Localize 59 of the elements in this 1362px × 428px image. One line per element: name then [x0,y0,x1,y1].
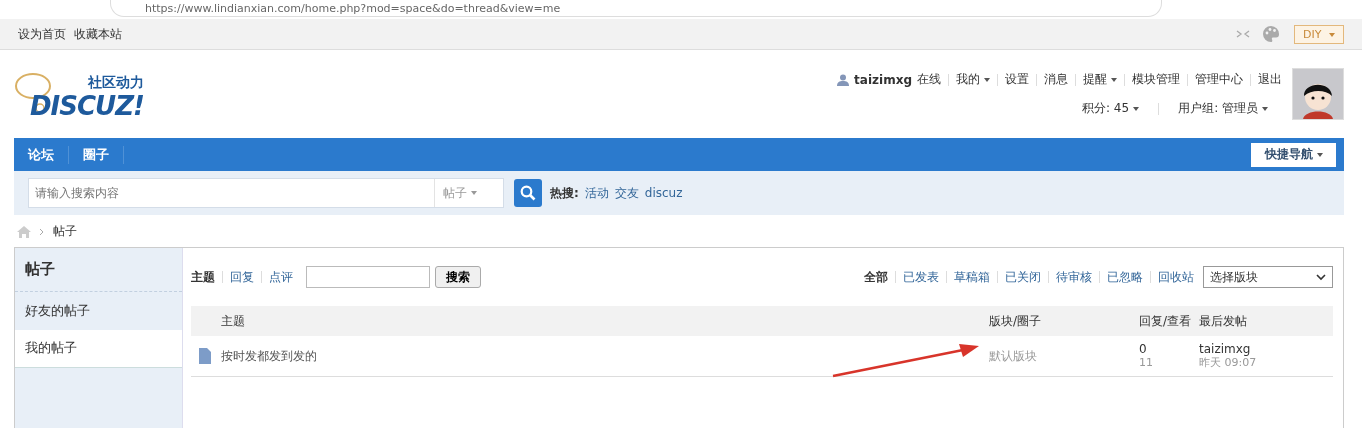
filter-tab[interactable]: 主题 [191,268,215,286]
view-count: 11 [1139,356,1154,369]
home-icon[interactable] [17,225,31,238]
search-submit-button[interactable]: 搜索 [435,266,481,288]
sidebar-item[interactable]: 好友的帖子 [15,292,182,330]
sidebar-item[interactable]: 我的帖子 [15,330,182,368]
top-link[interactable]: 设为首页 [18,25,66,43]
online-status: 在线 [917,71,941,88]
breadcrumb-item: 帖子 [53,223,77,240]
user-menu-link[interactable]: 设置 [1005,71,1029,88]
status-tab[interactable]: 待审核 [1056,268,1092,286]
user-menu-link[interactable]: 退出 [1258,71,1282,88]
user-menu-link[interactable]: 模块管理 [1132,71,1180,88]
hot-search-link[interactable]: 交友 [614,184,639,202]
nav-item[interactable]: 论坛 [14,145,69,164]
chevron-down-icon [1316,273,1326,281]
search-icon [520,185,536,201]
status-tab[interactable]: 回收站 [1158,268,1194,286]
filter-tab[interactable]: 回复 [230,268,254,286]
thread-title-link[interactable]: 按时发都发到发的 [191,347,989,365]
column-header: 回复/查看 [1139,312,1193,330]
status-tab[interactable]: 已忽略 [1107,268,1143,286]
filter-tab[interactable]: 点评 [269,268,293,286]
status-tab[interactable]: 草稿箱 [954,268,990,286]
user-menu-link[interactable]: 管理中心 [1195,71,1243,88]
last-poster-link[interactable]: taizimxg [1199,343,1333,356]
top-link[interactable]: 收藏本站 [74,25,122,43]
user-menu-link[interactable]: 提醒 [1083,71,1117,88]
logo-wordmark: DISCUZ! [30,92,144,120]
forum-select[interactable]: 选择版块 [1203,266,1333,288]
user-group-link[interactable]: 用户组: 管理员 [1178,100,1268,117]
address-bar[interactable]: https://www.lindianxian.com/home.php?mod=space&do=thread&view=me [110,0,1162,17]
document-icon [199,348,211,364]
quick-nav-button[interactable]: 快捷导航 [1251,142,1336,167]
keyword-field[interactable] [306,266,430,288]
user-icon [837,73,850,86]
reply-count: 0 [1139,343,1148,356]
chevron-icon [39,227,45,236]
points-link[interactable]: 积分: 45 [1082,100,1140,117]
hot-search-link[interactable]: discuz [644,186,683,200]
username-link[interactable]: taizimxg [854,72,912,87]
nav-item[interactable]: 圈子 [69,145,124,164]
sidebar-title: 帖子 [15,248,182,292]
user-menu-link[interactable]: 我的 [956,71,990,88]
hot-search-label: 热搜: [550,184,579,202]
column-header: 版块/圈子 [989,312,1043,330]
last-post-time: 昨天 09:07 [1199,356,1258,369]
collapse-icon[interactable] [1236,29,1251,39]
search-button[interactable] [514,179,542,207]
column-header: 最后发帖 [1199,312,1248,330]
hot-search-link[interactable]: 活动 [584,184,609,202]
status-tab[interactable]: 全部 [864,268,888,286]
status-tab[interactable]: 已发表 [903,268,939,286]
palette-icon[interactable] [1262,25,1281,43]
logo-tagline: 社区动力 [88,74,144,92]
user-menu-link[interactable]: 消息 [1044,71,1068,88]
avatar[interactable] [1292,68,1344,120]
status-tab[interactable]: 已关闭 [1005,268,1041,286]
column-header: 主题 [220,312,246,330]
